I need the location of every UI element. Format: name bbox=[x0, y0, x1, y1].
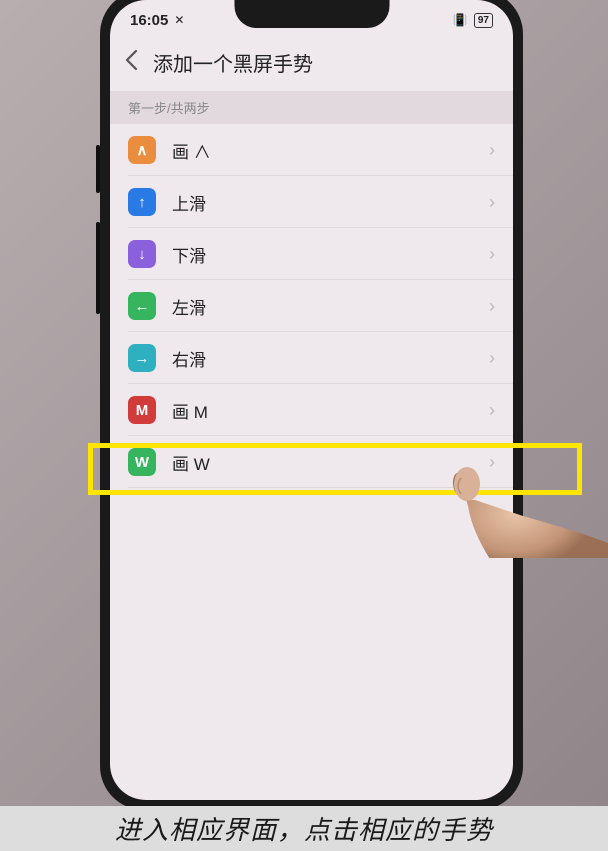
gesture-row-swipe-down[interactable]: ↓ 下滑 › bbox=[110, 228, 513, 280]
letter-m-icon: M bbox=[128, 396, 156, 424]
side-button bbox=[96, 145, 100, 193]
page-title: 添加一个黑屏手势 bbox=[153, 48, 313, 77]
gesture-row-draw-m[interactable]: M 画 M › bbox=[110, 384, 513, 436]
gesture-label: 画 ∧ bbox=[172, 138, 489, 163]
chevron-right-icon: › bbox=[489, 400, 495, 421]
step-indicator: 第一步/共两步 bbox=[110, 91, 513, 124]
battery-level: 97 bbox=[478, 15, 489, 26]
phone-screen: 16:05 ✕ 📳 97 添加一个黑屏手势 第一步/共两步 ∧ 画 ∧ › bbox=[110, 0, 513, 800]
gesture-row-swipe-right[interactable]: → 右滑 › bbox=[110, 332, 513, 384]
notch bbox=[234, 0, 389, 28]
chevron-right-icon: › bbox=[489, 452, 495, 473]
caption-text: 进入相应界面，点击相应的手势 bbox=[115, 810, 493, 847]
gesture-row-draw-w[interactable]: W 画 W › bbox=[110, 436, 513, 488]
tutorial-caption: 进入相应界面，点击相应的手势 bbox=[0, 806, 608, 851]
gesture-row-draw-caret[interactable]: ∧ 画 ∧ › bbox=[110, 124, 513, 176]
arrow-right-icon: → bbox=[128, 344, 156, 372]
phone-frame: 16:05 ✕ 📳 97 添加一个黑屏手势 第一步/共两步 ∧ 画 ∧ › bbox=[100, 0, 523, 810]
battery-indicator: 97 bbox=[474, 13, 493, 28]
arrow-down-icon: ↓ bbox=[128, 240, 156, 268]
caret-icon: ∧ bbox=[128, 136, 156, 164]
chevron-left-icon bbox=[124, 49, 139, 71]
status-time: 16:05 bbox=[130, 12, 168, 29]
chevron-right-icon: › bbox=[489, 140, 495, 161]
page-header: 添加一个黑屏手势 bbox=[110, 40, 513, 91]
gesture-label: 下滑 bbox=[172, 242, 489, 267]
gesture-label: 左滑 bbox=[172, 294, 489, 319]
vibrate-icon: 📳 bbox=[453, 13, 468, 27]
gesture-list: ∧ 画 ∧ › ↑ 上滑 › ↓ 下滑 › ← 左滑 › → 右滑 bbox=[110, 124, 513, 488]
side-button bbox=[96, 222, 100, 314]
gesture-label: 画 W bbox=[172, 450, 489, 475]
chevron-right-icon: › bbox=[489, 296, 495, 317]
gesture-label: 画 M bbox=[172, 398, 489, 423]
status-close-icon: ✕ bbox=[174, 13, 184, 27]
gesture-row-swipe-up[interactable]: ↑ 上滑 › bbox=[110, 176, 513, 228]
back-button[interactable] bbox=[124, 49, 139, 77]
arrow-up-icon: ↑ bbox=[128, 188, 156, 216]
chevron-right-icon: › bbox=[489, 192, 495, 213]
gesture-row-swipe-left[interactable]: ← 左滑 › bbox=[110, 280, 513, 332]
letter-w-icon: W bbox=[128, 448, 156, 476]
arrow-left-icon: ← bbox=[128, 292, 156, 320]
gesture-label: 右滑 bbox=[172, 346, 489, 371]
chevron-right-icon: › bbox=[489, 244, 495, 265]
chevron-right-icon: › bbox=[489, 348, 495, 369]
gesture-label: 上滑 bbox=[172, 190, 489, 215]
